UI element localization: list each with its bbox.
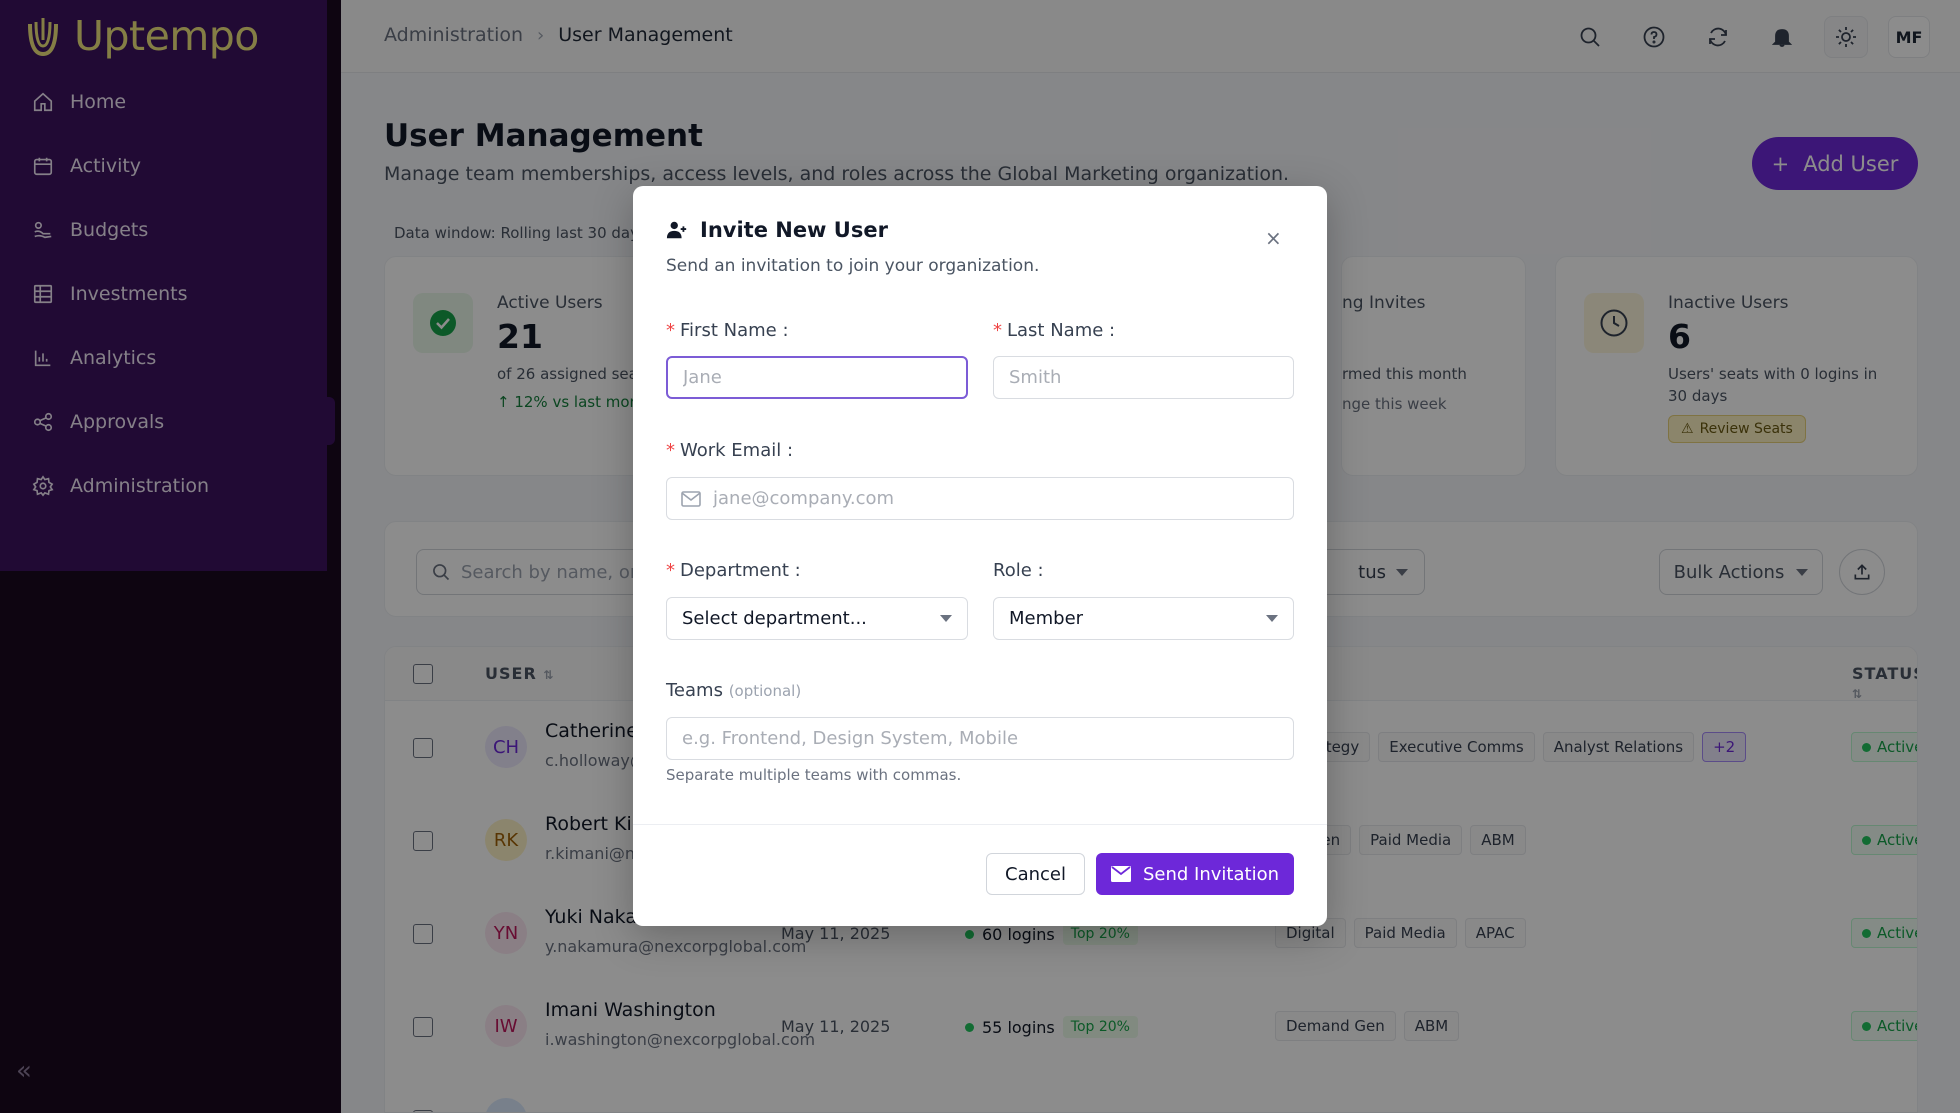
optional-hint: (optional) [728,682,802,700]
role-select[interactable]: Member [993,597,1294,640]
department-select[interactable]: Select department... [666,597,968,640]
modal-title: Invite New User [666,218,888,242]
mail-icon [1111,866,1131,882]
add-user-icon [666,221,687,239]
close-icon[interactable]: × [1265,226,1282,250]
work-email-input[interactable] [713,488,1273,509]
modal-subtitle: Send an invitation to join your organiza… [666,256,1040,276]
cancel-button[interactable]: Cancel [986,853,1085,895]
department-label: * Department : [666,560,801,581]
modal-divider [633,824,1327,825]
work-email-field[interactable] [666,477,1294,520]
teams-label: Teams (optional) [666,680,802,701]
first-name-label: * First Name : [666,320,789,341]
role-value: Member [1009,608,1084,629]
send-invitation-label: Send Invitation [1143,863,1279,885]
mail-icon [681,490,701,507]
last-name-input[interactable] [993,356,1294,399]
teams-input[interactable] [666,717,1294,760]
teams-helper-text: Separate multiple teams with commas. [666,766,962,784]
first-name-input[interactable] [666,356,968,399]
last-name-label: * Last Name : [993,320,1116,341]
chevron-down-icon [1266,615,1278,622]
role-label: Role : [993,560,1044,581]
department-value: Select department... [682,608,867,629]
send-invitation-button[interactable]: Send Invitation [1096,853,1294,895]
invite-user-modal: Invite New User Send an invitation to jo… [633,186,1327,926]
work-email-label: * Work Email : [666,440,794,461]
chevron-down-icon [940,615,952,622]
